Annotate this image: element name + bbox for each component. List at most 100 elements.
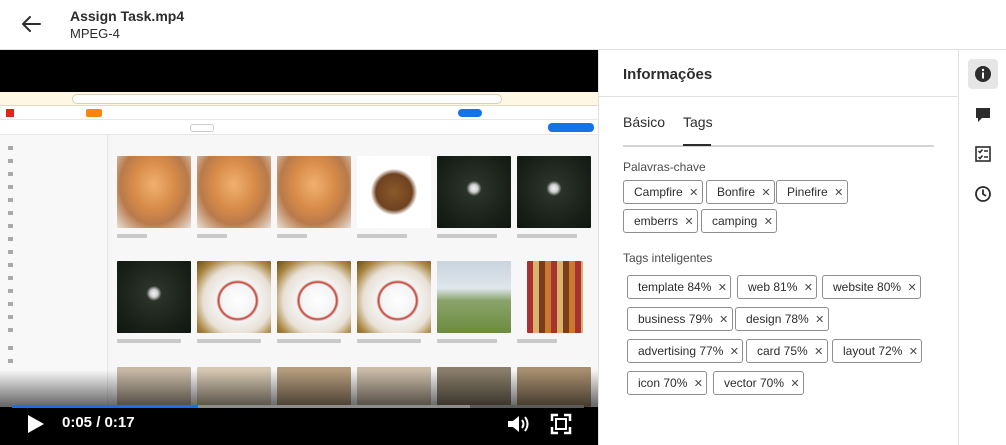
frame-thumbnail xyxy=(437,261,511,333)
tag-label: card 75% xyxy=(757,344,808,358)
frame-url-field xyxy=(72,94,502,104)
remove-icon[interactable]: ✕ xyxy=(690,373,706,395)
frame-sidebar-item xyxy=(8,275,48,281)
tag-label: website 80% xyxy=(833,280,902,294)
fullscreen-button[interactable] xyxy=(550,413,572,435)
remove-icon[interactable]: ✕ xyxy=(686,182,702,204)
frame-toolbar xyxy=(0,120,598,135)
remove-icon[interactable]: ✕ xyxy=(811,341,827,363)
remove-icon[interactable]: ✕ xyxy=(905,341,921,363)
rail-tasks-button[interactable] xyxy=(968,139,998,169)
volume-button[interactable] xyxy=(506,413,534,435)
frame-gallery xyxy=(112,135,598,407)
frame-sidebar-item xyxy=(8,358,36,364)
frame-browser-bar xyxy=(0,92,598,106)
frame-thumbnail-label xyxy=(277,339,341,343)
frame-thumbnail xyxy=(197,261,271,333)
remove-icon[interactable]: ✕ xyxy=(714,277,730,299)
keywords-label: Palavras-chave xyxy=(623,160,706,174)
rail-info-button[interactable] xyxy=(968,59,998,89)
smart-tag: icon 70% ✕ xyxy=(627,371,708,395)
frame-sidebar-item xyxy=(8,184,50,190)
remove-icon[interactable]: ✕ xyxy=(726,341,742,363)
remove-icon[interactable]: ✕ xyxy=(716,309,732,331)
progress-fill xyxy=(12,405,198,408)
frame-thumbnail xyxy=(527,261,583,333)
frame-sidebar-item xyxy=(8,327,50,333)
frame-sidebar-item xyxy=(8,301,46,307)
frame-thumbnail xyxy=(517,156,591,228)
frame-thumbnail-label xyxy=(517,234,577,238)
tabs-underline xyxy=(623,145,934,147)
comment-icon xyxy=(976,108,990,122)
frame-sidebar-item xyxy=(8,236,44,242)
video-player[interactable]: 0:05 / 0:17 xyxy=(0,50,598,445)
arrow-left-icon xyxy=(22,16,41,32)
tab-basic[interactable]: Básico xyxy=(623,114,665,130)
frame-thumbnail-label xyxy=(517,339,557,343)
header: Assign Task.mp4 MPEG-4 xyxy=(0,0,1006,50)
frame-thumbnail-label xyxy=(277,234,307,238)
remove-icon[interactable]: ✕ xyxy=(812,309,828,331)
progress-bar[interactable] xyxy=(12,405,584,408)
frame-sidebar-item xyxy=(8,314,68,320)
smart-tag: vector 70% ✕ xyxy=(713,371,805,395)
tab-tags[interactable]: Tags xyxy=(683,114,713,130)
side-rail xyxy=(958,50,1006,445)
frame-thumbnail-label xyxy=(197,339,261,343)
frame-create-button xyxy=(548,123,594,132)
rail-comments-button[interactable] xyxy=(968,100,998,130)
play-button[interactable] xyxy=(24,413,46,435)
asset-title: Assign Task.mp4 xyxy=(70,8,185,24)
frame-filter-button xyxy=(190,124,214,132)
tag-label: advertising 77% xyxy=(638,344,724,358)
frame-thumbnail xyxy=(197,156,271,228)
remove-icon[interactable]: ✕ xyxy=(758,182,774,204)
keyword-tag: emberrs ✕ xyxy=(623,209,699,233)
frame-logo xyxy=(6,109,14,117)
play-icon xyxy=(28,415,44,433)
frame-sidebar-item xyxy=(8,288,42,294)
frame-sidebar-item xyxy=(8,223,48,229)
frame-thumbnail xyxy=(277,156,351,228)
smart-tag: card 75% ✕ xyxy=(746,339,828,363)
tag-label: emberrs xyxy=(634,214,679,228)
tag-label: web 81% xyxy=(748,280,798,294)
frame-sidebar-item xyxy=(8,345,32,351)
tag-label: camping xyxy=(712,214,758,228)
time-display: 0:05 / 0:17 xyxy=(62,414,135,431)
tag-label: template 84% xyxy=(638,280,712,294)
frame-feedback-button xyxy=(458,109,482,117)
remove-icon[interactable]: ✕ xyxy=(760,211,776,233)
divider xyxy=(599,96,959,97)
smart-tag: design 78% ✕ xyxy=(735,307,829,331)
keyword-tag: Bonfire ✕ xyxy=(706,180,776,204)
keyword-tag: Campfire ✕ xyxy=(623,180,703,204)
tag-label: layout 72% xyxy=(843,344,903,358)
frame-sidebar-item xyxy=(8,145,48,151)
remove-icon[interactable]: ✕ xyxy=(787,373,803,395)
active-tab-indicator xyxy=(683,144,711,146)
remove-icon[interactable]: ✕ xyxy=(800,277,816,299)
rail-history-button[interactable] xyxy=(968,179,998,209)
keyword-tag: Pinefire ✕ xyxy=(776,180,848,204)
smart-tags-label: Tags inteligentes xyxy=(623,251,713,265)
frame-thumbnail-label xyxy=(437,234,497,238)
tag-label: design 78% xyxy=(746,312,809,326)
keyword-tag: camping ✕ xyxy=(701,209,778,233)
volume-icon xyxy=(508,416,529,432)
frame-thumbnail-label xyxy=(197,234,227,238)
smart-tag: template 84% ✕ xyxy=(627,275,732,299)
frame-sidebar-item xyxy=(8,197,46,203)
remove-icon[interactable]: ✕ xyxy=(904,277,920,299)
frame-sidebar-item xyxy=(8,249,38,255)
remove-icon[interactable]: ✕ xyxy=(831,182,847,204)
back-button[interactable] xyxy=(18,10,46,38)
remove-icon[interactable]: ✕ xyxy=(681,211,697,233)
smart-tag: layout 72% ✕ xyxy=(832,339,923,363)
smart-tag: business 79% ✕ xyxy=(627,307,733,331)
history-icon xyxy=(975,186,991,202)
video-frame xyxy=(0,92,598,407)
smart-tag: website 80% ✕ xyxy=(822,275,922,299)
smart-tag: web 81% ✕ xyxy=(737,275,818,299)
